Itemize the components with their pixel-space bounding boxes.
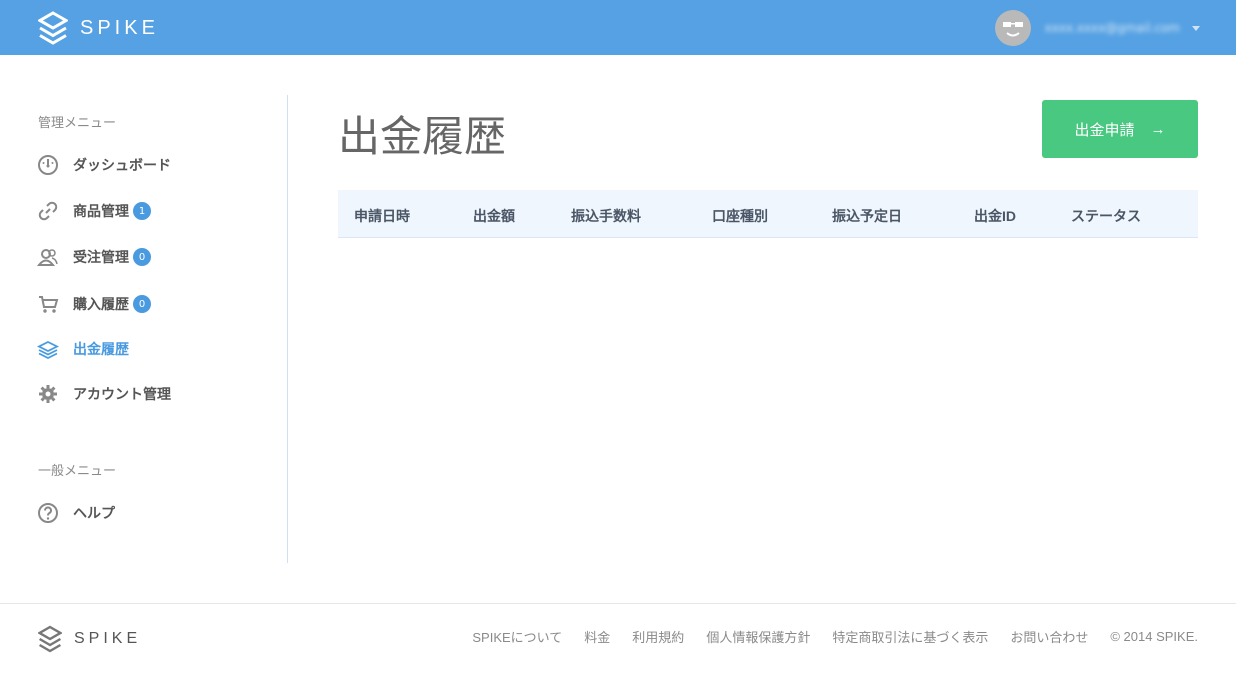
column-header-transfer-fee: 振込手数料: [571, 208, 641, 224]
arrow-right-icon: →: [1150, 120, 1166, 138]
avatar[interactable]: [994, 10, 1031, 46]
sidebar-item-purchase-history[interactable]: 購入履歴 0: [36, 291, 151, 317]
spike-logo-icon: [38, 11, 68, 45]
top-header: SPIKE xxxx.xxxx@gmail.com: [0, 0, 1236, 55]
count-badge: 0: [133, 248, 151, 266]
user-email: xxxx.xxxx@gmail.com: [1044, 21, 1180, 35]
sunglasses-face-icon: [1002, 22, 1023, 37]
layers-icon: [36, 337, 60, 361]
sidebar-item-account[interactable]: アカウント管理: [36, 381, 171, 407]
sidebar-item-help[interactable]: ヘルプ: [36, 500, 115, 526]
column-header-scheduled-date: 振込予定日: [832, 208, 902, 224]
column-header-status: ステータス: [1071, 208, 1141, 224]
sidebar: 管理メニュー ダッシュボード 商品管理 1 受注管理 0 購入履歴 0 出金履歴: [0, 95, 288, 563]
footer-link-privacy[interactable]: 個人情報保護方針: [706, 627, 810, 646]
withdrawal-history-table: 申請日時 出金額 振込手数料 口座種別 振込予定日 出金ID ステータス: [338, 190, 1198, 238]
footer-logo-text: SPIKE: [74, 630, 142, 647]
footer-logo[interactable]: SPIKE: [38, 625, 141, 653]
page-title: 出金履歴: [338, 113, 507, 160]
sidebar-item-label: ダッシュボード: [73, 157, 171, 173]
sidebar-item-label: アカウント管理: [73, 386, 171, 402]
user-menu[interactable]: xxxx.xxxx@gmail.com: [994, 10, 1200, 46]
sidebar-item-label: ヘルプ: [73, 505, 115, 521]
table-header-row: 申請日時 出金額 振込手数料 口座種別 振込予定日 出金ID ステータス: [338, 190, 1198, 238]
count-badge: 1: [133, 202, 151, 220]
general-menu-label: 一般メニュー: [38, 463, 117, 478]
help-icon: [36, 501, 60, 525]
users-icon: [36, 245, 60, 269]
cart-icon: [36, 292, 60, 316]
column-header-requested-at: 申請日時: [354, 208, 410, 224]
footer-link-commerce-law[interactable]: 特定商取引法に基づく表示: [832, 627, 988, 646]
footer-link-about[interactable]: SPIKEについて: [472, 627, 562, 646]
column-header-withdrawal-id: 出金ID: [974, 208, 1016, 224]
sidebar-item-products[interactable]: 商品管理 1: [36, 198, 151, 224]
sidebar-item-label: 商品管理: [73, 203, 129, 219]
copyright: © 2014 SPIKE.: [1110, 629, 1198, 644]
spike-logo[interactable]: SPIKE: [38, 11, 159, 45]
sidebar-item-label: 受注管理: [73, 249, 129, 265]
column-header-amount: 出金額: [473, 208, 515, 224]
footer: SPIKE SPIKEについて 料金 利用規約 個人情報保護方針 特定商取引法に…: [0, 603, 1236, 673]
sidebar-item-orders[interactable]: 受注管理 0: [36, 244, 151, 270]
footer-link-pricing[interactable]: 料金: [584, 627, 610, 646]
gear-icon: [36, 382, 60, 406]
sidebar-item-label: 購入履歴: [73, 296, 129, 312]
column-header-account-type: 口座種別: [712, 208, 768, 224]
sidebar-item-dashboard[interactable]: ダッシュボード: [36, 152, 171, 178]
sidebar-item-label: 出金履歴: [73, 341, 129, 357]
footer-link-terms[interactable]: 利用規約: [632, 627, 684, 646]
sidebar-item-withdrawal-history[interactable]: 出金履歴: [36, 336, 129, 362]
logo-text: SPIKE: [80, 16, 159, 39]
spike-logo-icon: [38, 625, 62, 653]
footer-link-contact[interactable]: お問い合わせ: [1010, 627, 1088, 646]
withdraw-request-label: 出金申請: [1074, 121, 1135, 139]
dashboard-icon: [36, 153, 60, 177]
chevron-down-icon[interactable]: [1192, 25, 1200, 31]
admin-menu-label: 管理メニュー: [38, 115, 117, 130]
count-badge: 0: [133, 295, 151, 313]
footer-links: SPIKEについて 料金 利用規約 個人情報保護方針 特定商取引法に基づく表示 …: [450, 627, 1198, 646]
withdraw-request-button[interactable]: 出金申請 →: [1042, 100, 1198, 158]
link-icon: [36, 199, 60, 223]
